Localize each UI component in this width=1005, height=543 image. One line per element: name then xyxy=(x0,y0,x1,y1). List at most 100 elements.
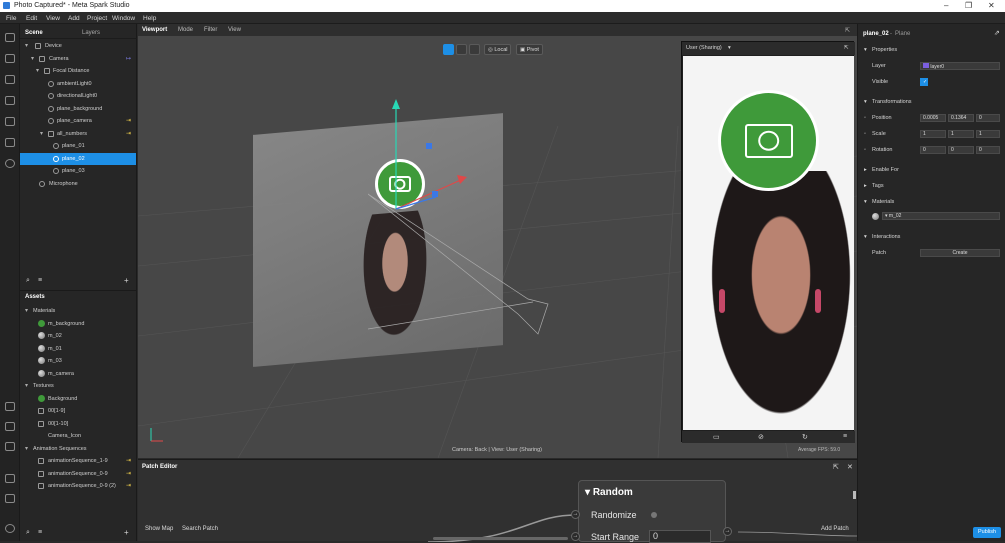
texture-item[interactable]: 00[1-10] xyxy=(20,418,136,430)
tab-view[interactable]: View xyxy=(228,27,241,33)
rotation-y-field[interactable]: 0 xyxy=(948,146,974,154)
position-y-field[interactable]: 0.1364 xyxy=(948,114,974,122)
input-port-icon[interactable]: → xyxy=(571,532,580,541)
scene-item-microphone[interactable]: Microphone xyxy=(20,178,136,190)
chevron-down-icon[interactable]: ▾ xyxy=(728,45,731,51)
scene-item-focal-distance[interactable]: ▾ Focal Distance xyxy=(20,65,136,77)
scale-z-field[interactable]: 1 xyxy=(976,130,1000,138)
pivot-button[interactable]: ▣ Pivot xyxy=(516,44,543,55)
scene-item-plane-03[interactable]: plane_03 xyxy=(20,165,136,177)
assets-anim-group[interactable]: ▾ Animation Sequences xyxy=(20,443,136,455)
tab-layers[interactable]: Layers xyxy=(82,30,100,36)
scale-x-field[interactable]: 1 xyxy=(920,130,946,138)
menu-view[interactable]: View xyxy=(46,15,60,22)
scene-item-plane-01[interactable]: plane_01 xyxy=(20,140,136,152)
share-icon[interactable] xyxy=(5,422,15,431)
output-port-icon[interactable]: → xyxy=(723,527,732,536)
texture-item[interactable]: Camera_Icon xyxy=(20,430,136,442)
local-button[interactable]: ◎ Local xyxy=(484,44,512,55)
rotation-z-field[interactable]: 0 xyxy=(976,146,1000,154)
video-icon[interactable] xyxy=(5,54,15,63)
input-port-icon[interactable]: → xyxy=(571,510,580,519)
scene-item-ambient-light[interactable]: ambientLight0 xyxy=(20,78,136,90)
show-map-button[interactable]: Show Map xyxy=(145,526,173,532)
material-item[interactable]: m_camera xyxy=(20,368,136,380)
upload-icon[interactable] xyxy=(5,442,15,451)
section-interactions[interactable]: ▾ Interactions xyxy=(858,231,1005,243)
add-object-icon[interactable]: + xyxy=(124,276,129,285)
device-select[interactable]: User (Sharing) xyxy=(686,45,722,51)
preview-icon[interactable] xyxy=(5,96,15,105)
search-icon[interactable] xyxy=(5,159,15,168)
search-icon[interactable]: ⌕ xyxy=(26,277,30,285)
trash-icon[interactable] xyxy=(5,474,15,483)
tab-filter[interactable]: Filter xyxy=(204,27,217,33)
scene-item-device[interactable]: ▾ Device xyxy=(20,40,136,52)
close-icon[interactable]: ✕ xyxy=(988,1,995,10)
refresh-icon[interactable] xyxy=(5,138,15,147)
section-properties[interactable]: ▾ Properties xyxy=(858,44,1005,56)
material-item[interactable]: m_02 xyxy=(20,330,136,342)
scene-item-plane-camera[interactable]: plane_camera ⇥ xyxy=(20,115,136,127)
camera-link-icon[interactable]: ↦ xyxy=(126,55,131,62)
menu-window[interactable]: Window xyxy=(112,15,135,22)
popout-icon[interactable]: ⇱ xyxy=(844,45,849,51)
menu-help[interactable]: Help xyxy=(143,15,156,22)
menu-project[interactable]: Project xyxy=(87,15,107,22)
import-icon[interactable] xyxy=(5,402,15,411)
anim-item[interactable]: animationSequence_1-9 ⇥ xyxy=(20,455,136,467)
transform-gizmo[interactable] xyxy=(378,99,478,229)
section-transformations[interactable]: ▾ Transformations xyxy=(858,96,1005,108)
extension-icon[interactable] xyxy=(5,494,15,503)
scale-tool-button[interactable] xyxy=(469,44,480,55)
add-asset-icon[interactable]: + xyxy=(124,528,129,537)
section-materials[interactable]: ▾ Materials xyxy=(858,196,1005,208)
rotate-device-icon[interactable]: ↻ xyxy=(802,433,808,441)
scene-item-plane-02[interactable]: plane_02 xyxy=(20,152,136,165)
expand-icon[interactable]: ⇱ xyxy=(845,27,850,34)
add-patch-button[interactable]: Add Patch xyxy=(821,526,849,532)
horizontal-scrollbar[interactable] xyxy=(433,537,568,540)
anim-item[interactable]: animationSequence_0-9 (2) ⇥ xyxy=(20,480,136,492)
record-icon[interactable]: ▭ xyxy=(713,433,720,441)
position-x-field[interactable]: 0.0005 xyxy=(920,114,946,122)
viewport[interactable]: Viewport Mode Filter View ⇱ ◎ Local ▣ Pi… xyxy=(138,24,857,458)
simulator-window[interactable]: User (Sharing) ▾ ⇱ ▭ ⊘ ↻ ≡ xyxy=(681,41,855,443)
scene-item-all-numbers[interactable]: ▾ all_numbers ⇥ xyxy=(20,128,136,140)
scale-y-field[interactable]: 1 xyxy=(948,130,974,138)
device-icon[interactable] xyxy=(5,117,15,126)
scene-panel-icon[interactable] xyxy=(5,33,15,42)
texture-item[interactable]: Background xyxy=(20,393,136,405)
anim-item[interactable]: animationSequence_0-9 ⇥ xyxy=(20,468,136,480)
random-patch-node[interactable]: ▾ Random Randomize Start Range 0 xyxy=(578,480,726,543)
lock-icon[interactable]: ⇗ xyxy=(994,29,1000,37)
assets-textures-group[interactable]: ▾ Textures xyxy=(20,380,136,392)
move-tool-button[interactable] xyxy=(443,44,454,55)
visible-checkbox[interactable]: ✓ xyxy=(920,78,928,86)
position-z-field[interactable]: 0 xyxy=(976,114,1000,122)
search-icon[interactable]: ⌕ xyxy=(26,529,30,537)
material-item[interactable]: m_03 xyxy=(20,355,136,367)
patch-editor[interactable]: Patch Editor ⇱ ✕ ▾ Random Randomize Star… xyxy=(138,459,857,543)
rotate-tool-button[interactable] xyxy=(456,44,467,55)
publish-button[interactable]: Publish xyxy=(973,527,1001,538)
search-patch-button[interactable]: Search Patch xyxy=(182,526,218,532)
menu-add[interactable]: Add xyxy=(68,15,80,22)
tab-viewport[interactable]: Viewport xyxy=(142,27,167,33)
tab-mode[interactable]: Mode xyxy=(178,27,193,33)
filter-icon[interactable]: ≡ xyxy=(38,277,42,284)
settings-gear-icon[interactable] xyxy=(5,524,15,533)
minimize-icon[interactable]: – xyxy=(944,1,948,10)
create-patch-button[interactable]: Create xyxy=(920,249,1000,257)
section-tags[interactable]: ▸ Tags xyxy=(858,180,1005,192)
rotation-x-field[interactable]: 0 xyxy=(920,146,946,154)
start-range-input[interactable]: 0 xyxy=(649,530,711,543)
tab-scene[interactable]: Scene xyxy=(25,30,43,36)
play-icon[interactable] xyxy=(5,75,15,84)
randomize-pulse-port[interactable] xyxy=(651,512,657,518)
scene-item-plane-background[interactable]: plane_background xyxy=(20,103,136,115)
scene-item-directional-light[interactable]: directionalLight0 xyxy=(20,90,136,102)
material-item[interactable]: m_background xyxy=(20,318,136,330)
assets-materials-group[interactable]: ▾ Materials xyxy=(20,305,136,317)
section-enable-for[interactable]: ▸ Enable For xyxy=(858,164,1005,176)
